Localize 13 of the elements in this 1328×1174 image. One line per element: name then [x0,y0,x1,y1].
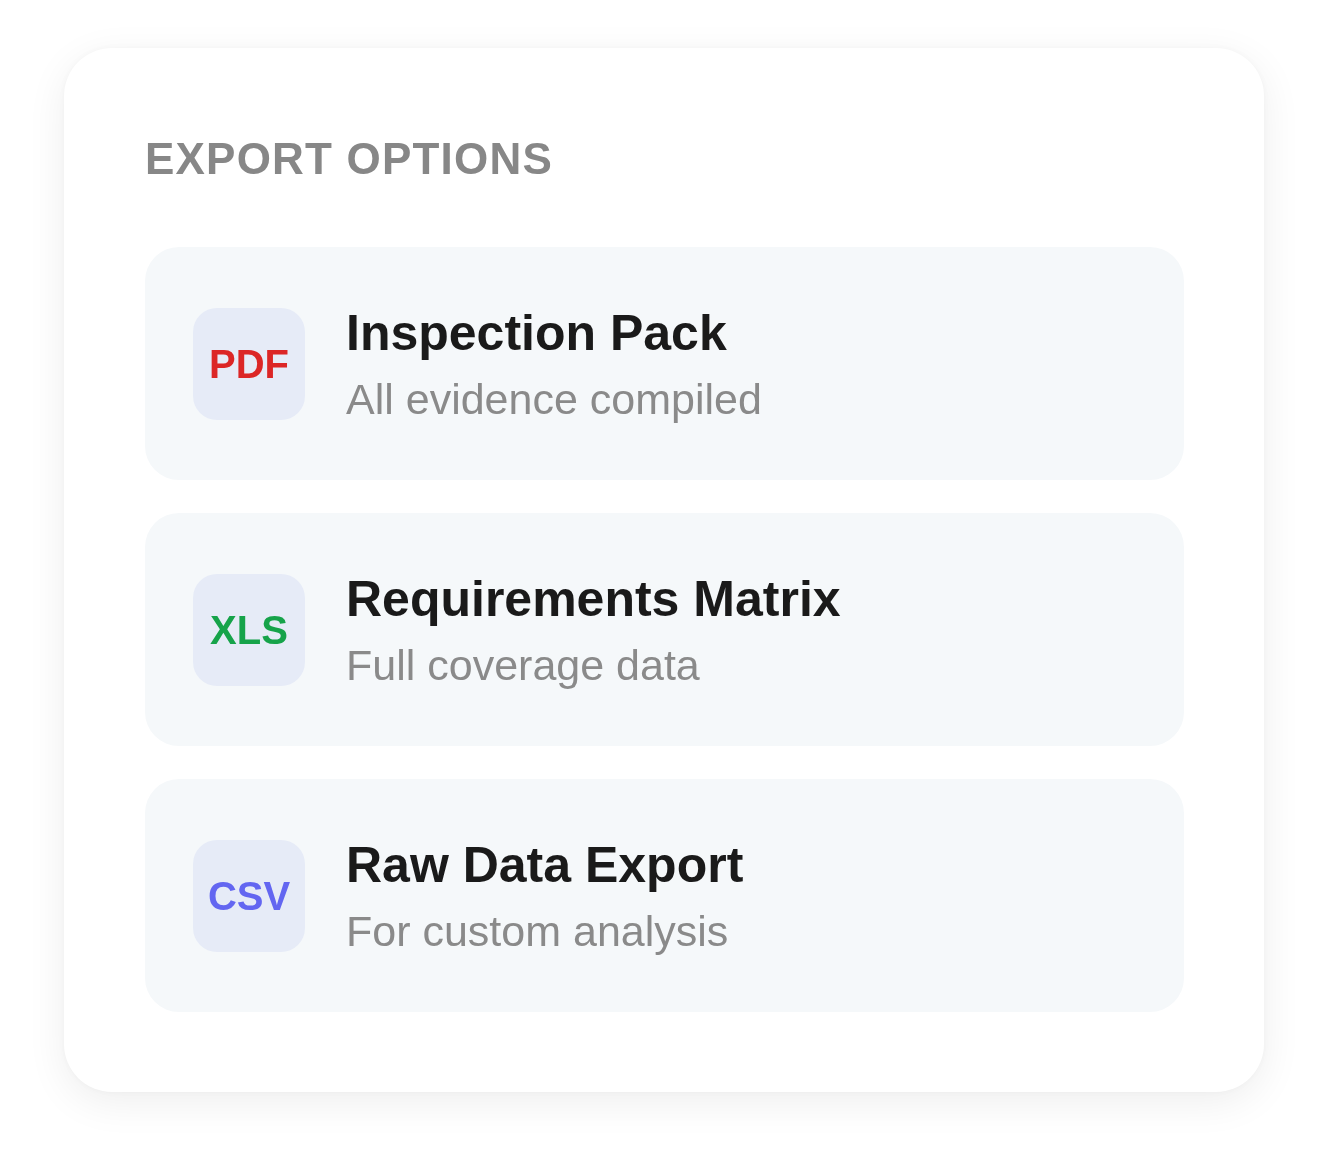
export-option[interactable]: PDF Inspection Pack All evidence compiled [145,247,1184,480]
option-description: For custom analysis [346,905,729,957]
option-title: Raw Data Export [346,835,744,895]
file-type-badge: CSV [193,839,305,952]
option-description: All evidence compiled [346,373,762,425]
section-heading: EXPORT OPTIONS [145,133,554,185]
file-type-badge: XLS [193,573,305,686]
export-option[interactable]: CSV Raw Data Export For custom analysis [145,779,1184,1012]
file-type-badge: PDF [193,307,305,420]
option-description: Full coverage data [346,639,700,691]
export-option[interactable]: XLS Requirements Matrix Full coverage data [145,513,1184,746]
option-title: Inspection Pack [346,303,727,363]
option-title: Requirements Matrix [346,569,841,629]
